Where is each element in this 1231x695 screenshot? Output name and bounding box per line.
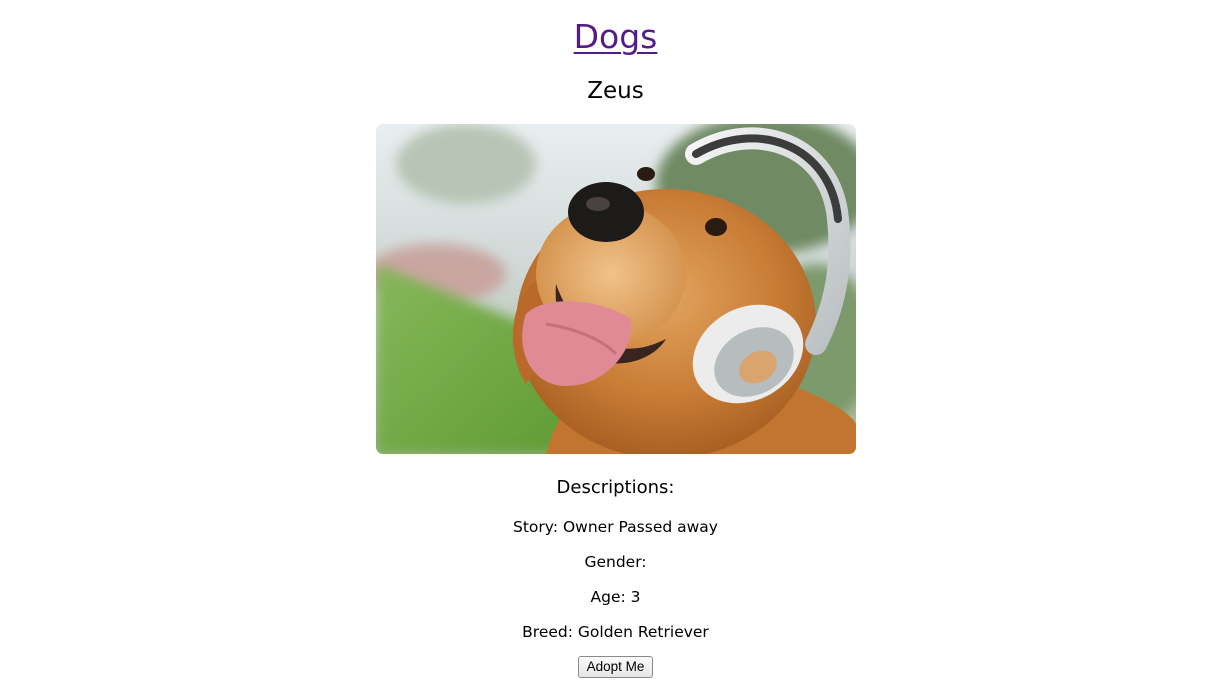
gender-text: Gender:: [584, 553, 647, 571]
story-text: Story: Owner Passed away: [513, 518, 718, 536]
adopt-me-button[interactable]: Adopt Me: [577, 656, 654, 678]
descriptions-heading: Descriptions:: [556, 477, 675, 498]
dog-detail-page: Dogs Zeus Descriptions: Story: Owner Pas…: [0, 0, 1231, 678]
site-title-link[interactable]: Dogs: [574, 15, 658, 59]
breed-text: Breed: Golden Retriever: [522, 623, 709, 641]
dog-photo: [375, 124, 856, 454]
dog-name-heading: Zeus: [587, 78, 644, 104]
age-text: Age: 3: [590, 588, 641, 606]
